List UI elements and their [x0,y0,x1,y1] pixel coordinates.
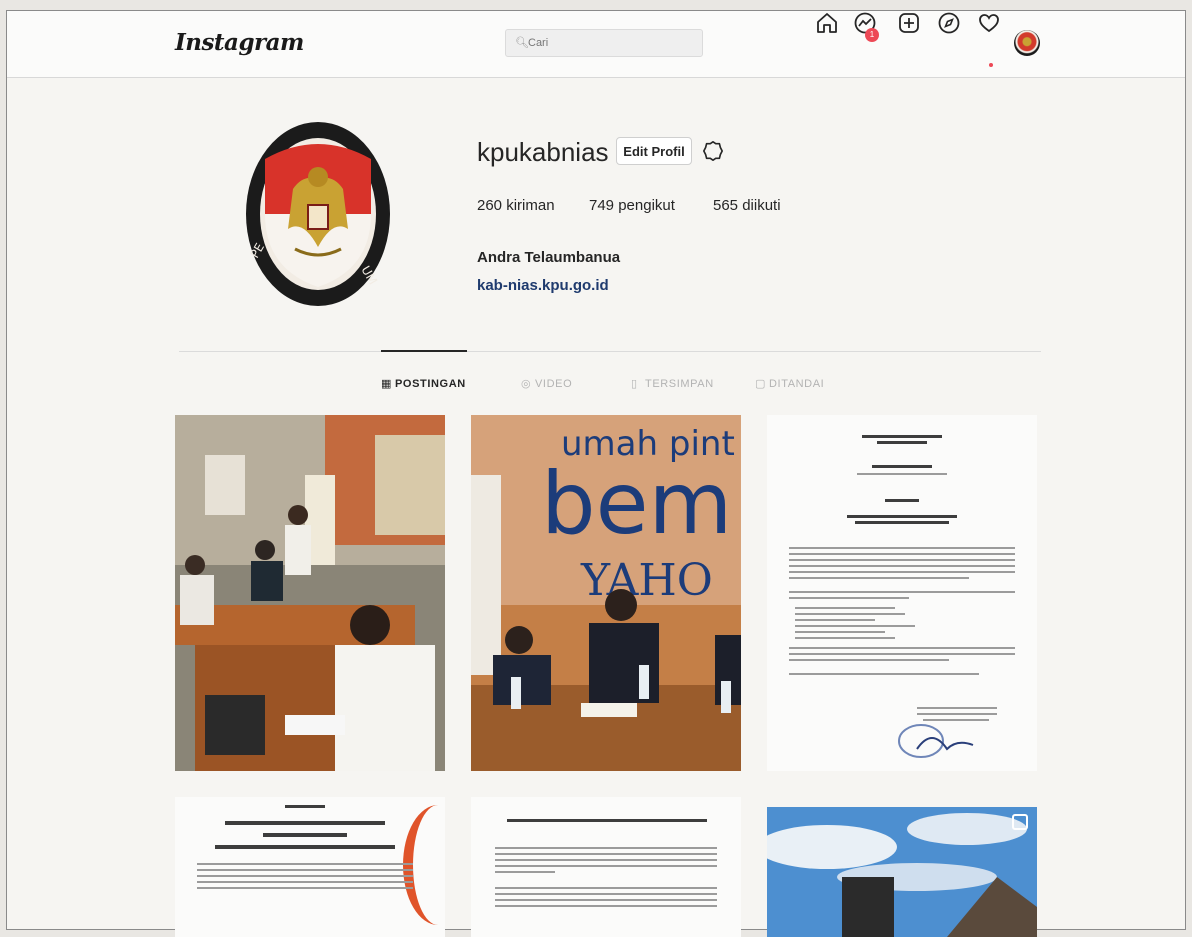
profile-picture[interactable]: PE UM [243,119,393,309]
doc-line [197,863,413,865]
post-thumbnail-3[interactable] [767,415,1037,771]
doc-line [795,625,915,627]
stat-followers[interactable]: 749 pengikut [589,197,675,214]
tab-posts-label: POSTINGAN [395,378,466,390]
doc-line [495,893,717,895]
doc-orange-accent [403,805,445,925]
doc-line [789,591,1015,593]
doc-line [495,847,717,849]
tab-video[interactable]: ◎ VIDEO [521,377,572,390]
gear-icon[interactable] [702,140,724,162]
tabs-divider [179,351,1041,352]
doc-line [495,887,717,889]
doc-line [495,853,717,855]
stat-posts: 260 kiriman [477,197,555,214]
tab-video-label: VIDEO [535,378,573,390]
tab-saved[interactable]: ▯ TERSIMPAN [631,377,714,390]
doc-heading [285,805,325,808]
svg-text:bem: bem [541,454,732,554]
explore-icon[interactable] [937,11,961,35]
doc-line [789,547,1015,549]
profile-website-link[interactable]: kab-nias.kpu.go.id [477,277,609,294]
doc-line [495,871,555,873]
doc-line [857,473,947,475]
doc-line [197,881,413,883]
profile-username: kpukabnias [477,137,609,167]
doc-commission [215,845,395,849]
doc-line [789,659,949,661]
tab-tagged-label: DITANDAI [769,378,825,390]
post-thumbnail-5[interactable] [471,797,741,937]
doc-about [885,499,919,502]
stat-followers-count: 749 [589,197,615,214]
active-tab-indicator [381,350,467,352]
doc-subject-2 [855,521,949,524]
doc-line [197,875,413,877]
doc-line [495,859,717,861]
stat-following[interactable]: 565 diikuti [713,197,781,214]
doc-decree-title [872,465,932,468]
post-thumbnail-1[interactable] [175,415,445,771]
tab-saved-label: TERSIMPAN [645,378,714,390]
bookmark-icon: ▯ [631,378,638,390]
edit-profile-button[interactable]: Edit Profil [616,137,692,165]
doc-line [795,637,895,639]
post-thumbnail-6[interactable] [767,807,1037,937]
stat-following-count: 565 [713,197,739,214]
svg-text:YAHO: YAHO [580,555,713,606]
post-thumbnail-2[interactable]: umah pint bem YAHO [471,415,741,771]
doc-line [495,905,717,907]
doc-line [795,613,905,615]
doc-line [789,553,1015,555]
tab-tagged[interactable]: ▢ DITANDAI [755,377,824,390]
doc-line [789,571,1015,573]
message-badge: 1 [865,28,879,42]
doc-line [789,565,1015,567]
doc-line [789,597,909,599]
search-box[interactable]: 🔍︎ [505,29,703,57]
stat-following-label: diikuti [742,197,781,214]
doc-line [789,559,1015,561]
doc-line [795,631,885,633]
video-icon: ◎ [521,378,532,390]
activity-heart-icon[interactable] [977,11,1001,35]
top-navbar: Instagram 🔍︎ 1 [7,11,1185,78]
doc-line [789,577,969,579]
doc-line [495,865,717,867]
search-input[interactable] [528,30,688,56]
tab-posts[interactable]: ▦ POSTINGAN [381,377,466,390]
profile-full-name: Andra Telaumbanua [477,249,621,266]
doc-line [789,673,979,675]
profile-avatar[interactable] [1014,30,1040,56]
grid-icon: ▦ [381,378,392,390]
doc-line [917,707,997,709]
doc-line [495,899,717,901]
stat-posts-count: 260 [477,197,503,214]
stat-posts-label: kiriman [506,197,555,214]
doc-heading [507,819,707,822]
tagged-icon: ▢ [755,378,766,390]
doc-meeting-month [263,833,347,837]
new-post-icon[interactable] [897,11,921,35]
search-icon: 🔍︎ [515,37,529,49]
home-icon[interactable] [815,11,839,35]
doc-line [795,607,895,609]
browser-frame: Instagram 🔍︎ 1 [6,10,1186,937]
doc-line [789,653,1015,655]
doc-line [789,647,1015,649]
post-thumbnail-4[interactable] [175,797,445,937]
doc-line [197,887,413,889]
doc-subject [847,515,957,518]
doc-stamp-signature [898,724,974,758]
activity-dot [989,63,993,67]
doc-line [795,619,875,621]
doc-line [197,869,413,871]
doc-heading [862,435,942,438]
doc-heading-2 [877,441,927,444]
doc-meeting-title [225,821,385,825]
instagram-logo[interactable]: Instagram [175,29,304,56]
stat-followers-label: pengikut [618,197,675,214]
